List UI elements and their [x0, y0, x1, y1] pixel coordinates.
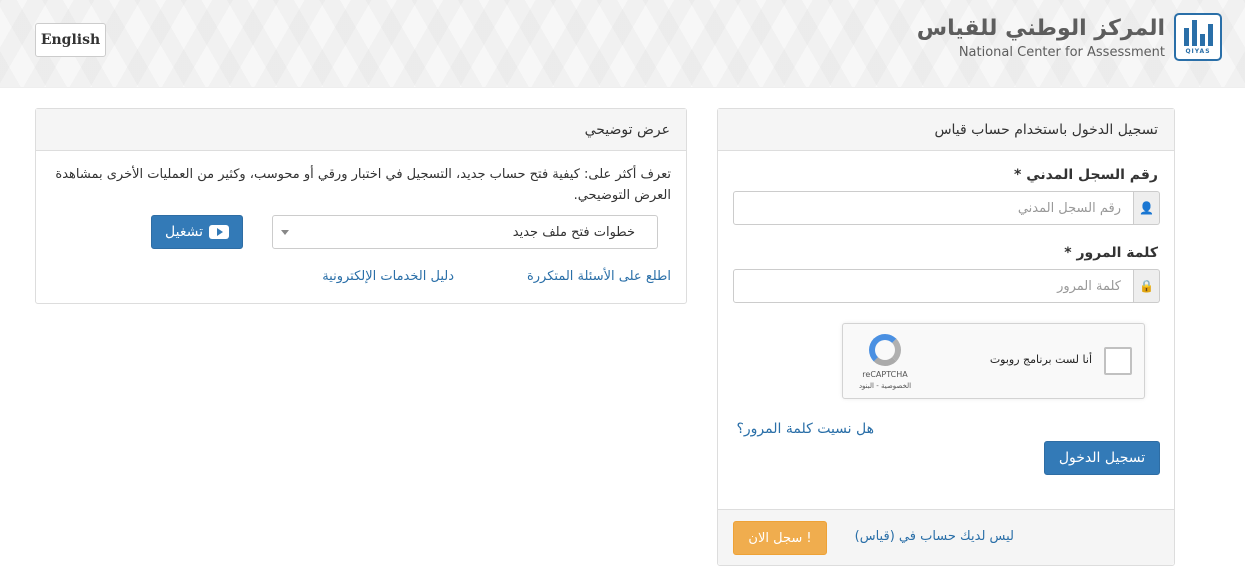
recaptcha-widget: أنا لست برنامج روبوت reCAPTCHA الخصوصية …: [842, 323, 1145, 399]
demo-description: تعرف أكثر على: كيفية فتح حساب جديد، التس…: [55, 167, 671, 203]
register-button[interactable]: سجل الان !: [733, 521, 827, 555]
recaptcha-logo: reCAPTCHA الخصوصية - البنود: [855, 334, 915, 390]
recaptcha-links[interactable]: الخصوصية - البنود: [855, 382, 915, 390]
recaptcha-checkbox[interactable]: [1104, 347, 1132, 375]
forgot-password-link[interactable]: هل نسيت كلمة المرور؟: [736, 421, 874, 437]
recaptcha-brand: reCAPTCHA: [862, 370, 908, 379]
login-button[interactable]: تسجيل الدخول: [1044, 441, 1160, 475]
e-services-guide-link[interactable]: دليل الخدمات الإلكترونية: [322, 269, 454, 284]
youtube-play-icon: [208, 225, 229, 239]
brand-name-en: National Center for Assessment: [958, 45, 1165, 60]
logo-bars: [1183, 19, 1213, 46]
qiyas-logo-icon: QIYAS: [1174, 13, 1222, 61]
recaptcha-icon: [869, 334, 901, 366]
national-id-group: 👤: [733, 191, 1160, 225]
login-panel-title: تسجيل الدخول باستخدام حساب قياس: [718, 109, 1174, 151]
faq-link[interactable]: اطلع على الأسئلة المتكررة: [527, 269, 671, 284]
recaptcha-label: أنا لست برنامج روبوت: [989, 353, 1092, 366]
play-button-label: تشغيل: [165, 224, 203, 240]
lock-icon: 🔒: [1134, 269, 1160, 303]
national-id-label: رقم السجل المدني *: [1014, 167, 1158, 183]
password-input[interactable]: [733, 269, 1134, 303]
password-label: كلمة المرور *: [1064, 245, 1158, 261]
national-id-input[interactable]: [733, 191, 1134, 225]
login-panel-footer: سجل الان ! ليس لديك حساب في (قياس): [718, 509, 1174, 565]
demo-select[interactable]: خطوات فتح ملف جديد: [272, 215, 658, 249]
play-button[interactable]: تشغيل: [151, 215, 243, 249]
brand: المركز الوطني للقياس National Center for…: [905, 15, 1165, 65]
page-header: English المركز الوطني للقياس National Ce…: [0, 0, 1245, 88]
demo-select-value: خطوات فتح ملف جديد: [512, 224, 635, 240]
no-account-text: ليس لديك حساب في (قياس): [854, 529, 1014, 544]
logo-text: QIYAS: [1185, 47, 1211, 55]
user-icon: 👤: [1134, 191, 1160, 225]
chevron-down-icon: [281, 230, 289, 235]
language-toggle-button[interactable]: English: [35, 23, 106, 57]
demo-panel-title: عرض توضيحي: [36, 109, 686, 151]
brand-name-ar: المركز الوطني للقياس: [916, 16, 1165, 41]
password-group: 🔒: [733, 269, 1160, 303]
demo-panel: عرض توضيحي تعرف أكثر على: كيفية فتح حساب…: [35, 108, 687, 304]
login-panel: تسجيل الدخول باستخدام حساب قياس رقم السج…: [717, 108, 1175, 566]
